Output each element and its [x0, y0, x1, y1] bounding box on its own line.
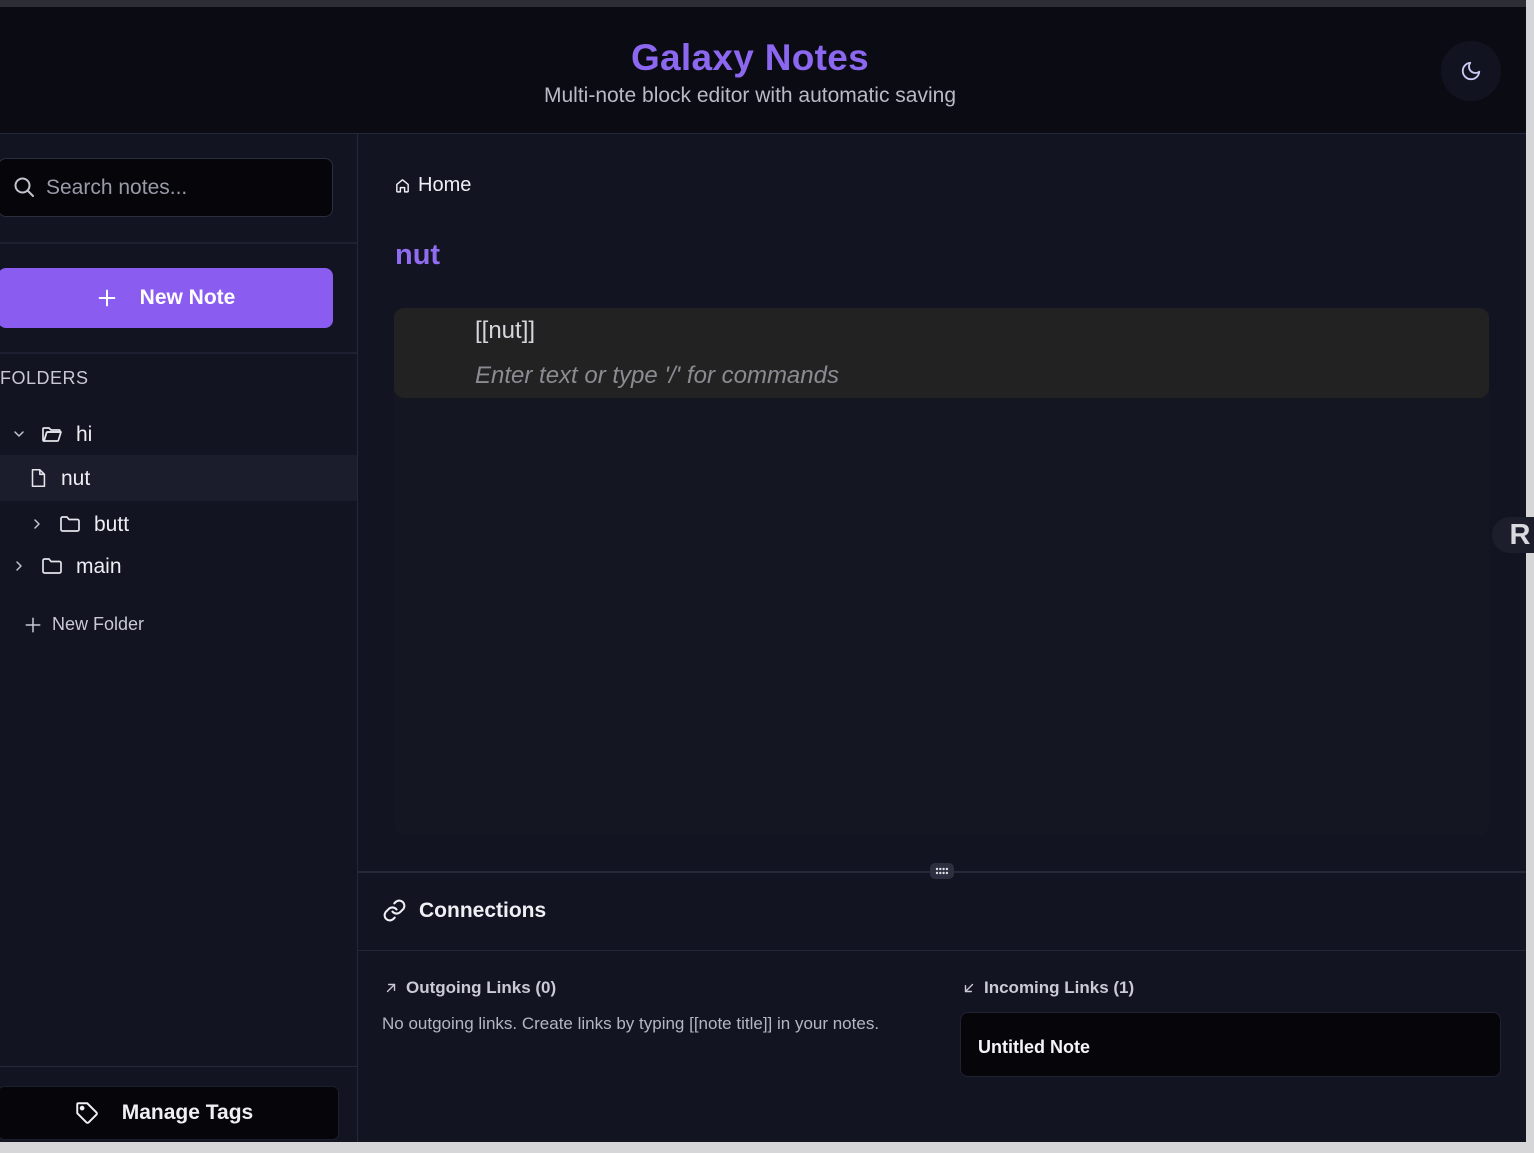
incoming-link-item[interactable]: Untitled Note [960, 1012, 1501, 1077]
manage-tags-button[interactable]: Manage Tags [0, 1086, 339, 1140]
divider [0, 242, 357, 244]
outgoing-links-label: Outgoing Links (0) [406, 978, 557, 997]
connections-header: Connections [382, 898, 546, 923]
folder-open-icon [42, 427, 62, 442]
chevron-right-icon[interactable] [29, 516, 45, 532]
tree-folder-main[interactable]: main [0, 543, 357, 589]
block-placeholder[interactable]: Enter text or type '/' for commands [475, 362, 839, 390]
search-icon [14, 177, 34, 197]
plus-icon [25, 617, 41, 632]
incoming-links-heading: Incoming Links (1) [962, 978, 1134, 998]
breadcrumb[interactable]: Home [394, 174, 471, 197]
tree-folder-label: main [76, 555, 122, 578]
new-folder-button[interactable]: New Folder [24, 614, 144, 635]
search-box [0, 158, 333, 217]
file-icon [31, 468, 46, 488]
tree-folder-hi[interactable]: hi [0, 411, 357, 457]
moon-icon [1461, 61, 1481, 81]
grip-icon [935, 867, 949, 875]
editor-block[interactable]: [[nut]] Enter text or type '/' for comma… [394, 308, 1489, 398]
divider [0, 352, 357, 354]
divider [0, 1066, 357, 1067]
tree-folder-label: hi [76, 423, 93, 446]
arrow-down-left-icon [964, 983, 974, 993]
outgoing-empty-text: No outgoing links. Create links by typin… [382, 1014, 880, 1033]
theme-toggle-button[interactable] [1441, 41, 1501, 101]
tree-note-nut[interactable]: nut [0, 455, 357, 501]
chevron-right-icon[interactable] [11, 558, 27, 574]
resize-handle[interactable] [930, 863, 954, 879]
new-note-button[interactable]: New Note [0, 268, 333, 328]
folders-heading: FOLDERS [0, 368, 89, 388]
new-note-label: New Note [139, 286, 236, 309]
side-floating-button[interactable]: R [1492, 517, 1534, 553]
block-editor[interactable]: [[nut]] Enter text or type '/' for comma… [394, 308, 1489, 835]
link-icon [383, 899, 406, 922]
main-panel: Home nut [[nut]] Enter text or type '/' … [358, 134, 1526, 1142]
folder-icon [42, 558, 62, 574]
app-header: Galaxy Notes Multi-note block editor wit… [0, 7, 1526, 134]
breadcrumb-home[interactable]: Home [418, 174, 471, 197]
chevron-down-icon[interactable] [11, 426, 27, 442]
note-title[interactable]: nut [395, 239, 440, 272]
sidebar: New Note FOLDERS hi nut butt main [0, 134, 358, 1142]
tree-note-label: nut [61, 467, 91, 490]
incoming-links-label: Incoming Links (1) [984, 978, 1135, 997]
manage-tags-label: Manage Tags [121, 1101, 254, 1124]
app-subtitle: Multi-note block editor with automatic s… [543, 84, 957, 107]
new-folder-label: New Folder [52, 614, 145, 634]
tag-icon [76, 1102, 98, 1124]
home-icon [396, 179, 409, 193]
app-title: Galaxy Notes [630, 37, 870, 78]
divider [358, 950, 1526, 951]
block-text[interactable]: [[nut]] [475, 317, 535, 345]
outgoing-links-heading: Outgoing Links (0) [384, 978, 556, 998]
app-window: Galaxy Notes Multi-note block editor wit… [0, 0, 1534, 1142]
window-top-bar [0, 0, 1526, 7]
folder-icon [60, 516, 80, 532]
arrow-up-right-icon [386, 983, 396, 993]
tree-folder-butt[interactable]: butt [0, 501, 357, 547]
tree-folder-label: butt [94, 513, 130, 536]
connections-title: Connections [419, 898, 547, 922]
search-input[interactable] [46, 172, 316, 204]
plus-icon [98, 289, 115, 307]
